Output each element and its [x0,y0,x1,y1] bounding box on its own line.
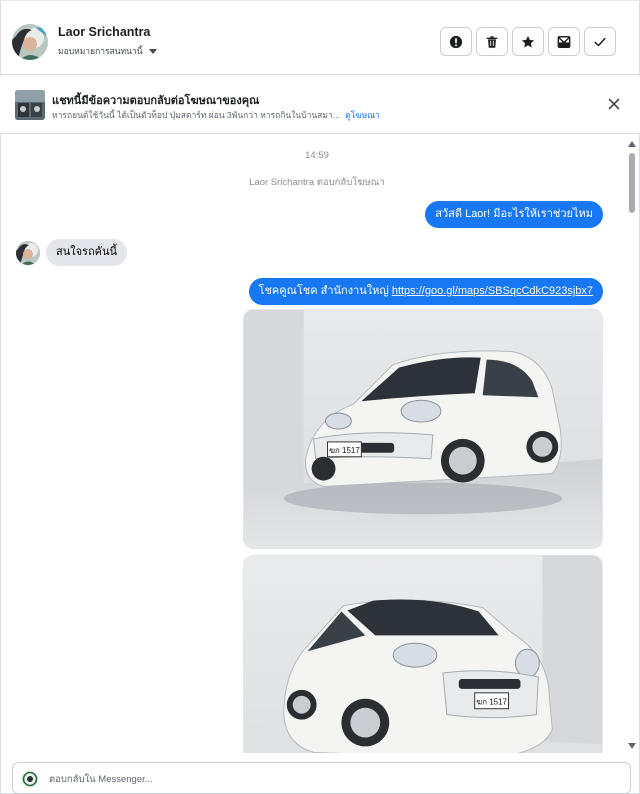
check-icon [594,37,606,46]
caret-down-icon [148,48,157,54]
license-plate: ฆก 1517 [476,698,507,707]
ad-reply-notice: Laor Srichantra ตอบกลับโฆษณา [249,177,385,188]
ad-text-preview: หารถยนต์ใช้วันนี้ ได้เป็นตัวท็อป ปุ่มสตา… [52,110,340,120]
outgoing-message[interactable]: สวัสดี Laor! มีอะไรให้เราช่วยไหม [425,201,603,228]
car-photo[interactable]: ฆก 1517 [243,555,603,753]
ad-banner-subtitle: หารถยนต์ใช้วันนี้ ได้เป็นตัวท็อป ปุ่มสตา… [52,108,380,122]
ad-banner-title: แชทนี้มีข้อความตอบกลับต่อโฆษณาของคุณ [52,95,260,107]
message-timestamp: 14:59 [305,150,329,161]
star-icon [521,35,535,48]
exclamation-icon [449,35,463,48]
mark-spam-button[interactable] [440,27,472,56]
ad-reply-banner: แชทนี้มีข้อความตอบกลับต่อโฆษณาของคุณ หาร… [0,76,640,134]
message-thread[interactable]: 14:59 Laor Srichantra ตอบกลับโฆษณา สวัสด… [0,135,624,753]
outgoing-message-location[interactable]: โชคคูณโชค สำนักงานใหญ่ https://goo.gl/ma… [248,278,603,305]
header-actions [440,27,616,56]
mark-unread-button[interactable] [548,27,580,56]
assign-label: มอบหมายการสนทนานี้ [58,46,143,56]
mark-done-button[interactable] [584,27,616,56]
scroll-up-arrow-icon[interactable] [628,141,636,147]
delete-button[interactable] [476,27,508,56]
page-avatar-icon [21,770,39,788]
reply-composer[interactable] [12,762,631,794]
contact-name[interactable]: Laor Srichantra [58,25,150,39]
scroll-down-arrow-icon[interactable] [628,743,636,749]
car-photo[interactable]: ฆก 1517 [243,309,603,549]
location-prefix: โชคคูณโชค สำนักงานใหญ่ [258,285,392,297]
incoming-message[interactable]: สนใจรถคันนี้ [46,239,128,266]
ad-thumbnail[interactable] [15,90,45,120]
license-plate: ฆก 1517 [329,446,360,455]
chat-scrollbar[interactable] [626,137,638,751]
envelope-icon [557,35,571,48]
conversation-header: Laor Srichantra มอบหมายการสนทนานี้ [0,8,640,75]
assign-conversation-dropdown[interactable]: มอบหมายการสนทนานี้ [58,44,157,58]
contact-avatar[interactable] [12,24,48,60]
scrollbar-thumb[interactable] [629,153,635,213]
map-link[interactable]: https://goo.gl/maps/SBSqcCdkC923sjbx7 [392,285,593,297]
trash-icon [486,35,498,48]
sender-avatar [16,241,40,265]
star-button[interactable] [512,27,544,56]
view-ad-link[interactable]: ดูโฆษณา [345,110,380,120]
reply-input[interactable] [49,769,609,789]
close-icon[interactable] [608,98,620,110]
